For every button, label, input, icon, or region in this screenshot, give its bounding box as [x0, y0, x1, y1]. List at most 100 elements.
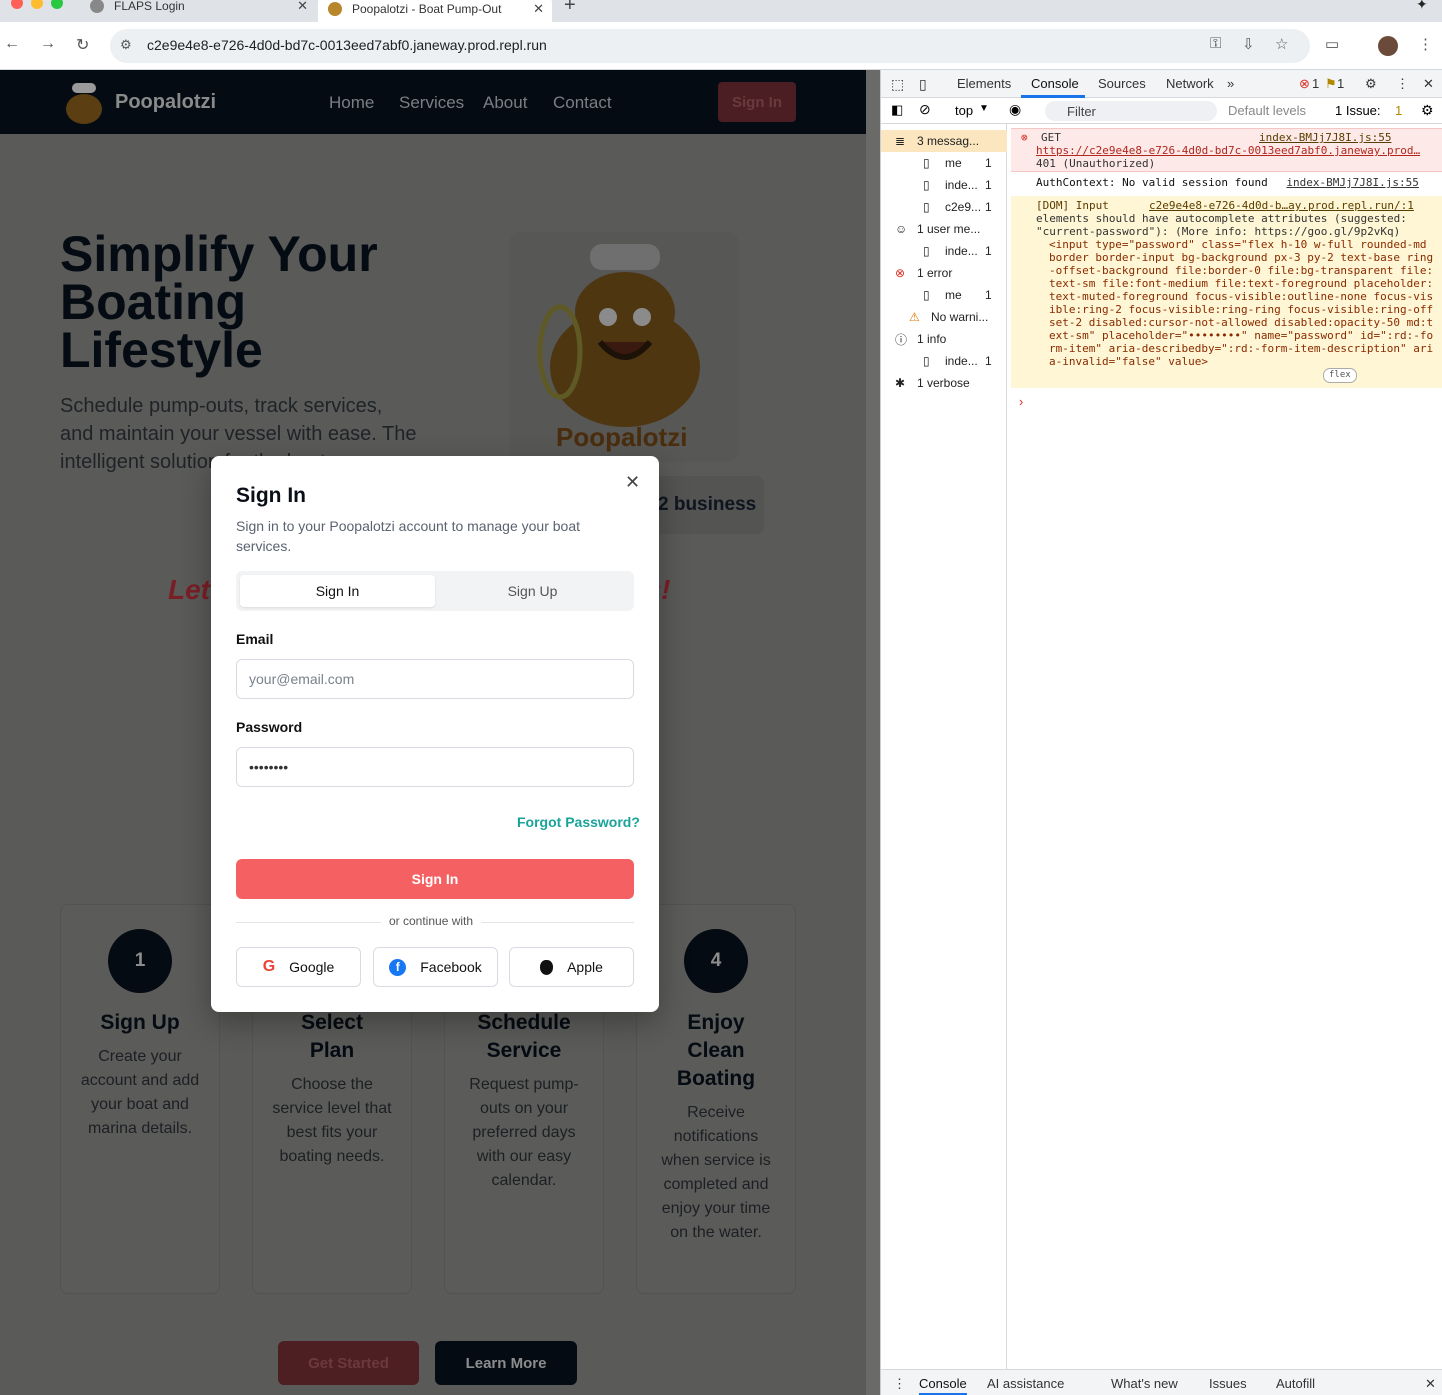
browser-tab[interactable]: FLAPS Login ✕: [80, 0, 316, 17]
sidebar-toggle-icon[interactable]: ◧: [891, 102, 903, 118]
bug-icon: ✱: [895, 376, 906, 390]
tab-network[interactable]: Network: [1166, 76, 1214, 91]
file-icon: ▯: [923, 156, 930, 170]
nav-about[interactable]: About: [483, 93, 527, 113]
cast-icon[interactable]: ▭: [1325, 35, 1339, 53]
sidebar-item-verbose[interactable]: ✱ 1 verbose: [881, 372, 1007, 394]
console-prompt-icon[interactable]: ›: [1019, 394, 1023, 409]
tab-elements[interactable]: Elements: [957, 76, 1011, 91]
maximize-window-button[interactable]: [51, 0, 63, 9]
inspect-icon[interactable]: ⬚: [891, 76, 904, 93]
sidebar-item-user-messages[interactable]: ☺ 1 user me...: [881, 218, 1007, 240]
drawer-menu-icon[interactable]: ⋮: [893, 1376, 906, 1392]
sidebar-item-warnings[interactable]: ⚠ No warni...: [881, 306, 1007, 328]
nav-services[interactable]: Services: [399, 93, 464, 113]
nav-contact[interactable]: Contact: [553, 93, 612, 113]
nav-signin-button[interactable]: Sign In: [718, 82, 796, 122]
step-title: Enjoy Clean Boating: [676, 1011, 756, 1090]
menu-icon[interactable]: ⋮: [1418, 35, 1433, 53]
kebab-menu-icon[interactable]: ⋮: [1396, 76, 1409, 92]
signin-dialog: Sign In ✕ Sign in to your Poopalotzi acc…: [211, 456, 659, 1012]
sidebar-item-file[interactable]: ▯ me 1: [881, 284, 1007, 306]
step-card: 1 Sign Up Create your account and add yo…: [60, 904, 220, 1294]
log-levels-dropdown[interactable]: Default levels: [1228, 103, 1306, 118]
close-tab-icon[interactable]: ✕: [297, 0, 308, 14]
mascot-label: Poopalotzi: [556, 422, 688, 452]
settings-icon[interactable]: ⚙: [1365, 76, 1377, 92]
filter-input[interactable]: Filter: [1045, 101, 1217, 121]
site-settings-icon[interactable]: ⚙: [120, 37, 132, 53]
tab-sources[interactable]: Sources: [1098, 76, 1146, 91]
close-tab-icon[interactable]: ✕: [533, 1, 544, 17]
url-text[interactable]: c2e9e4e8-e726-4d0d-bd7c-0013eed7abf0.jan…: [147, 37, 547, 53]
key-icon[interactable]: ⚿: [1210, 35, 1221, 52]
brand-name[interactable]: Poopalotzi: [115, 91, 216, 114]
sidebar-item-file[interactable]: ▯ me 1: [881, 152, 1007, 174]
signin-submit-button[interactable]: Sign In: [236, 859, 634, 899]
minimize-window-button[interactable]: [31, 0, 43, 9]
new-tab-button[interactable]: +: [564, 0, 576, 17]
source-link[interactable]: index-BMJj7J8I.js:55: [1259, 131, 1391, 144]
google-button[interactable]: G Google: [236, 947, 361, 987]
tab-signup[interactable]: Sign Up: [435, 575, 630, 607]
back-icon[interactable]: ←: [4, 35, 20, 53]
sidebar-item-info[interactable]: ⓘ 1 info: [881, 328, 1007, 350]
reload-icon[interactable]: ↻: [76, 35, 89, 55]
sidebar-item-file[interactable]: ▯ c2e9... 1: [881, 196, 1007, 218]
error-icon: ⊗: [895, 266, 906, 280]
close-icon[interactable]: ✕: [625, 472, 640, 493]
avatar[interactable]: [1378, 36, 1398, 56]
source-link[interactable]: index-BMJj7J8I.js:55: [1286, 176, 1418, 189]
drawer-tab-console[interactable]: Console: [919, 1376, 967, 1395]
get-started-button[interactable]: Get Started: [278, 1341, 419, 1385]
facebook-button[interactable]: f Facebook: [373, 947, 498, 987]
forgot-password-link[interactable]: Forgot Password?: [517, 814, 640, 830]
sidebar-item-messages[interactable]: ≣ 3 messag...: [881, 130, 1007, 152]
drawer-tab-autofill[interactable]: Autofill: [1276, 1376, 1315, 1391]
request-url[interactable]: https://c2e9e4e8-e726-4d0d-bd7c-0013eed7…: [1036, 144, 1420, 157]
browser-tab-active[interactable]: Poopalotzi - Boat Pump-Out ✕: [318, 0, 552, 22]
close-devtools-icon[interactable]: ✕: [1423, 76, 1434, 92]
console-sidebar: ≣ 3 messag... ▯ me 1 ▯ inde... 1 ▯ c2e9... 1 ☺ 1…: [881, 124, 1007, 1369]
close-window-button[interactable]: [11, 0, 23, 9]
eye-icon[interactable]: ◉: [1009, 101, 1021, 118]
forward-icon[interactable]: →: [40, 35, 56, 53]
error-status: 401 (Unauthorized): [1036, 157, 1156, 170]
tab-signin[interactable]: Sign In: [240, 575, 435, 607]
error-count-icon[interactable]: ⊗: [1299, 76, 1310, 92]
device-toolbar-icon[interactable]: ▯: [919, 76, 927, 93]
console-settings-icon[interactable]: ⚙: [1421, 102, 1434, 119]
learn-more-button[interactable]: Learn More: [435, 1341, 577, 1385]
console-verbose-message: [DOM] Input c2e9e4e8-e726-4d0d-b…ay.prod…: [1011, 196, 1442, 388]
console-log-message: AuthContext: No valid session found inde…: [1011, 176, 1442, 189]
nav-home[interactable]: Home: [329, 93, 374, 113]
drawer-tab-issues[interactable]: Issues: [1209, 1376, 1247, 1391]
star-icon[interactable]: ☆: [1275, 35, 1288, 53]
source-link[interactable]: c2e9e4e8-e726-4d0d-b…ay.prod.repl.run/:1: [1149, 199, 1414, 212]
install-icon[interactable]: ⇩: [1242, 35, 1255, 53]
drawer-tab-ai[interactable]: AI assistance: [987, 1376, 1064, 1391]
more-tabs-icon[interactable]: »: [1227, 76, 1234, 91]
browser-tab-title: FLAPS Login: [114, 0, 185, 13]
file-icon: ▯: [923, 244, 930, 258]
sidebar-item-file[interactable]: ▯ inde... 1: [881, 240, 1007, 262]
issues-label[interactable]: 1 Issue:: [1335, 103, 1381, 118]
apple-button[interactable]: Apple: [509, 947, 634, 987]
context-selector[interactable]: top: [955, 103, 973, 118]
step-title: Select Plan: [301, 1011, 363, 1062]
sparkle-icon[interactable]: ✦: [1416, 0, 1428, 13]
dom-element-html[interactable]: <input type="password" class="flex h-10 …: [1049, 238, 1435, 368]
close-drawer-icon[interactable]: ✕: [1425, 1376, 1436, 1392]
list-icon: ≣: [895, 134, 906, 148]
sidebar-item-file[interactable]: ▯ inde... 1: [881, 350, 1007, 372]
sidebar-item-file[interactable]: ▯ inde... 1: [881, 174, 1007, 196]
warning-count-icon[interactable]: ⚑: [1325, 76, 1337, 92]
email-field[interactable]: your@email.com: [236, 659, 634, 699]
drawer-tab-whats-new[interactable]: What's new: [1111, 1376, 1178, 1391]
sidebar-item-errors[interactable]: ⊗ 1 error: [881, 262, 1007, 284]
flex-badge[interactable]: flex: [1323, 368, 1357, 383]
tab-console[interactable]: Console: [1031, 76, 1079, 91]
clear-console-icon[interactable]: ⊘: [919, 101, 931, 118]
password-field[interactable]: ••••••••: [236, 747, 634, 787]
scrollbar[interactable]: [866, 70, 880, 1395]
